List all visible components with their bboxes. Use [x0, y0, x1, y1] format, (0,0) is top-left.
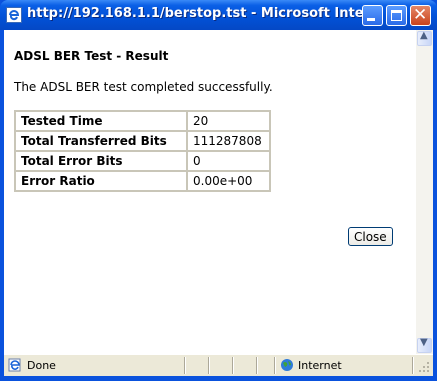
scroll-down-button[interactable]: ▼ — [417, 337, 432, 353]
ie-page-icon — [6, 7, 22, 23]
close-button[interactable]: Close — [348, 227, 393, 246]
table-row: Total Error Bits 0 — [15, 151, 270, 171]
row-label: Total Transferred Bits — [15, 131, 187, 151]
security-zone-label: Internet — [298, 359, 342, 372]
minimize-icon — [367, 18, 375, 21]
resize-grip-icon[interactable] — [417, 360, 431, 374]
row-label: Total Error Bits — [15, 151, 187, 171]
row-value: 20 — [187, 111, 270, 131]
maximize-icon — [391, 10, 402, 21]
internet-globe-icon — [281, 359, 293, 371]
table-row: Error Ratio 0.00e+00 — [15, 171, 270, 191]
result-message: The ADSL BER test completed successfully… — [14, 80, 273, 94]
row-label: Tested Time — [15, 111, 187, 131]
scroll-up-button[interactable]: ▲ — [417, 30, 432, 46]
status-text: Done — [27, 359, 56, 372]
row-label: Error Ratio — [15, 171, 187, 191]
row-value: 111287808 — [187, 131, 270, 151]
status-divider — [256, 357, 258, 374]
status-divider — [208, 357, 210, 374]
minimize-button[interactable] — [362, 5, 383, 26]
browser-popup-window: http://192.168.1.1/berstop.tst - Microso… — [0, 0, 437, 381]
close-window-button[interactable]: ✕ — [410, 5, 431, 26]
page-viewport: ADSL BER Test - Result The ADSL BER test… — [4, 30, 433, 354]
table-row: Total Transferred Bits 111287808 — [15, 131, 270, 151]
status-divider — [274, 357, 276, 374]
vertical-scrollbar[interactable]: ▲ ▼ — [416, 30, 433, 354]
status-divider — [232, 357, 234, 374]
results-table: Tested Time 20 Total Transferred Bits 11… — [14, 110, 271, 192]
chevron-up-icon: ▲ — [420, 30, 428, 41]
status-divider — [412, 357, 414, 374]
chevron-down-icon: ▼ — [420, 337, 428, 348]
status-bar: Done Internet — [4, 354, 433, 376]
row-value: 0 — [187, 151, 270, 171]
row-value: 0.00e+00 — [187, 171, 270, 191]
page-title: ADSL BER Test - Result — [14, 49, 169, 63]
close-icon: ✕ — [413, 5, 428, 25]
maximize-button[interactable] — [386, 5, 407, 26]
ie-page-icon — [8, 358, 21, 372]
page-content: ADSL BER Test - Result The ADSL BER test… — [4, 30, 416, 354]
title-bar[interactable]: http://192.168.1.1/berstop.tst - Microso… — [0, 0, 437, 30]
table-row: Tested Time 20 — [15, 111, 270, 131]
status-divider — [184, 357, 186, 374]
window-title: http://192.168.1.1/berstop.tst - Microso… — [27, 6, 379, 21]
